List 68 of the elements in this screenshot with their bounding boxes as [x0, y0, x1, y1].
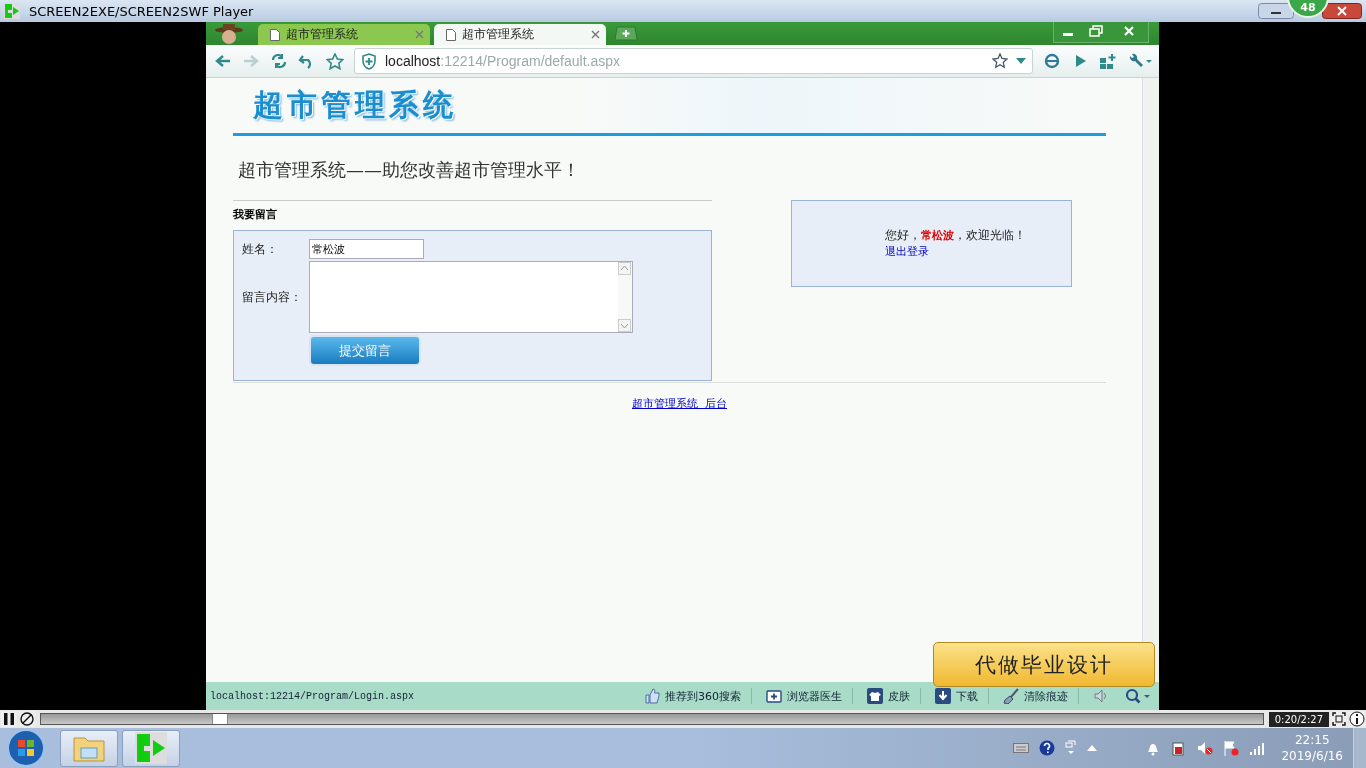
name-field[interactable]: 常松波	[309, 239, 424, 259]
help-icon[interactable]	[1039, 740, 1056, 756]
field-label: 姓名：	[242, 240, 279, 258]
minimize-icon[interactable]	[1258, 3, 1294, 19]
scrollbar[interactable]	[1142, 78, 1159, 682]
shirt-icon	[867, 688, 883, 704]
scroll-down-icon[interactable]	[618, 319, 631, 332]
star-icon[interactable]	[326, 52, 344, 70]
scroll-up-icon[interactable]	[618, 262, 631, 275]
taskbar-button[interactable]	[122, 729, 180, 767]
seek-track[interactable]	[40, 713, 1264, 725]
clock-date: 2019/6/16	[1281, 749, 1343, 763]
flag-icon[interactable]	[1223, 740, 1240, 756]
window-title: SCREEN2EXE/SCREEN2SWF Player	[29, 3, 254, 19]
star-icon[interactable]	[992, 53, 1008, 69]
folder-icon	[73, 734, 105, 762]
site-logo: 超市管理系统	[253, 87, 457, 123]
status-button[interactable]: 皮肤	[867, 688, 921, 704]
clock-time: 22:15	[1294, 733, 1330, 747]
page-icon	[446, 28, 456, 41]
no-sign-icon[interactable]	[19, 711, 35, 727]
seek-thumb[interactable]	[212, 714, 229, 724]
info-icon[interactable]	[1349, 711, 1365, 727]
muted-speaker-icon[interactable]	[1197, 740, 1214, 756]
pause-icon[interactable]	[1, 711, 17, 727]
taskbar-button[interactable]	[60, 729, 118, 767]
status-button[interactable]: 浏览器医生	[766, 688, 853, 704]
url-text: localhost:12214/Program/default.aspx	[385, 53, 621, 69]
fullscreen-icon[interactable]	[1331, 711, 1347, 727]
close-icon[interactable]	[1322, 3, 1362, 19]
address-bar[interactable]: localhost:12214/Program/default.aspx	[354, 48, 1033, 74]
new-tab-icon[interactable]	[614, 26, 638, 41]
search-icon[interactable]	[1125, 688, 1151, 704]
section-title: 我要留言	[233, 207, 278, 223]
start-orb-icon[interactable]	[6, 728, 46, 768]
playback-time: 0:20/2:27	[1268, 711, 1329, 727]
back-arrow-icon[interactable]	[214, 53, 232, 69]
plus-box-icon	[766, 688, 782, 704]
signal-bars-icon[interactable]	[1249, 741, 1266, 755]
player-logo-icon	[135, 732, 167, 764]
refresh-icon[interactable]	[270, 53, 288, 69]
admin-link[interactable]: 超市管理系统 后台	[632, 396, 727, 411]
page-heading: 超市管理系统——助您改善超市管理水平！	[237, 158, 581, 182]
status-url: localhost:12214/Program/Login.aspx	[210, 690, 415, 702]
status-button[interactable]: 清除痕迹	[1003, 688, 1079, 704]
browser-tab[interactable]: 超市管理系统	[434, 24, 606, 45]
apps-grid-icon[interactable]	[1099, 52, 1117, 70]
status-button[interactable]: 推荐到360搜索	[644, 688, 752, 704]
thumbs-up-icon	[644, 688, 660, 704]
caret-up-icon[interactable]	[1087, 745, 1098, 751]
download-icon	[935, 688, 951, 704]
page-icon	[270, 28, 280, 41]
close-icon[interactable]	[591, 30, 600, 39]
broom-icon	[1003, 688, 1019, 704]
field-label: 留言内容：	[242, 288, 303, 306]
restore-icon[interactable]	[1065, 740, 1078, 756]
welcome-text: 您好，常松波，欢迎光临！	[885, 227, 1027, 244]
status-button[interactable]: 下载	[935, 688, 989, 704]
cowboy-avatar-icon	[214, 22, 244, 45]
caret-icon[interactable]	[1016, 58, 1026, 64]
keyboard-icon[interactable]	[1013, 742, 1030, 754]
wrench-icon[interactable]	[1127, 53, 1153, 69]
browser-tab[interactable]: 超市管理系统	[258, 24, 430, 45]
shield-icon	[361, 52, 377, 70]
player-logo-icon	[4, 3, 20, 19]
message-field[interactable]	[309, 261, 633, 333]
ad-bubble: 代做毕业设计	[933, 642, 1155, 687]
logout-link[interactable]: 退出登录	[885, 244, 1071, 259]
